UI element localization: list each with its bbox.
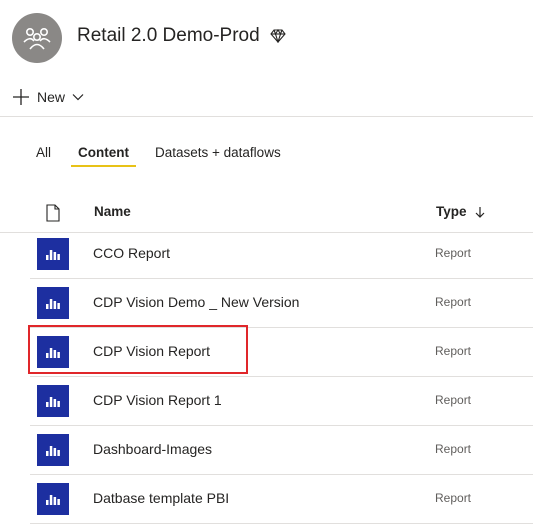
- workspace-avatar: [12, 13, 62, 63]
- highlight-box: [28, 325, 248, 374]
- row-name[interactable]: Datbase template PBI: [93, 490, 229, 506]
- column-header-type[interactable]: Type: [436, 204, 485, 219]
- new-button-label: New: [37, 89, 66, 105]
- row-type: Report: [435, 442, 472, 456]
- report-bar-chart-icon: [37, 483, 69, 515]
- premium-diamond-icon: [269, 29, 286, 43]
- table-header: Name Type: [0, 198, 533, 233]
- row-type: Report: [435, 491, 472, 505]
- report-bar-chart-icon: [37, 385, 69, 417]
- column-header-name[interactable]: Name: [94, 204, 131, 219]
- document-icon: [46, 204, 60, 222]
- new-button[interactable]: New: [12, 86, 84, 108]
- workspace-title-text: Retail 2.0 Demo-Prod: [77, 25, 260, 46]
- table-row[interactable]: Dashboard-Images Report: [30, 426, 533, 475]
- report-bar-chart-icon: [37, 238, 69, 270]
- row-name[interactable]: CCO Report: [93, 245, 170, 261]
- report-bar-chart-icon: [37, 434, 69, 466]
- table-row[interactable]: CDP Vision Demo _ New Version Report: [30, 279, 533, 328]
- row-type: Report: [435, 295, 472, 309]
- column-header-type-label: Type: [436, 204, 467, 219]
- active-tab-underline: [71, 165, 136, 167]
- chevron-down-icon: [72, 94, 84, 101]
- table-row[interactable]: CCO Report Report: [30, 230, 533, 279]
- workspace-group-icon: [23, 27, 51, 50]
- row-type: Report: [435, 393, 472, 407]
- plus-icon: [13, 89, 29, 105]
- table-row[interactable]: CDP Vision Report 1 Report: [30, 377, 533, 426]
- row-name[interactable]: Dashboard-Images: [93, 441, 212, 457]
- toolbar-divider: [0, 116, 533, 117]
- tab-all[interactable]: All: [36, 143, 51, 169]
- table-row[interactable]: Datbase template PBI Report: [30, 475, 533, 524]
- workspace-title: Retail 2.0 Demo-Prod: [77, 25, 286, 47]
- report-bar-chart-icon: [37, 287, 69, 319]
- tab-datasets-dataflows[interactable]: Datasets + dataflows: [155, 143, 281, 169]
- row-name[interactable]: CDP Vision Demo _ New Version: [93, 294, 299, 310]
- row-type: Report: [435, 246, 472, 260]
- row-type: Report: [435, 344, 472, 358]
- row-name[interactable]: CDP Vision Report 1: [93, 392, 222, 408]
- sort-down-arrow-icon: [475, 206, 484, 218]
